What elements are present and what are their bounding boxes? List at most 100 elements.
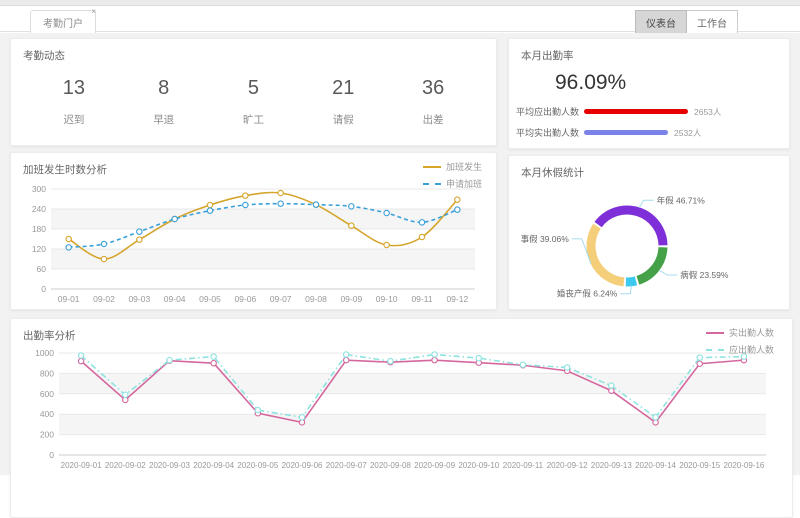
svg-text:1000: 1000 xyxy=(35,348,54,358)
legend-item[interactable]: 实出勤人数 xyxy=(706,326,774,339)
svg-text:2020-09-06: 2020-09-06 xyxy=(282,461,323,470)
svg-text:09-06: 09-06 xyxy=(234,294,256,304)
svg-text:09-08: 09-08 xyxy=(305,294,327,304)
attendance-rate-bars: 平均应出勤人数 2653人平均实出勤人数 2532人平均缺勤人数 103人 xyxy=(509,105,789,149)
rate-bar-value: 2653人 xyxy=(694,106,721,118)
dashboard-content: 考勤动态 13迟到8早退5旷工21请假36出差 本月出勤率 96.09% 平均应… xyxy=(0,33,800,475)
svg-text:2020-09-15: 2020-09-15 xyxy=(679,461,720,470)
attendance-stat-item[interactable]: 21 请假 xyxy=(298,77,388,127)
svg-text:09-11: 09-11 xyxy=(411,294,432,304)
svg-text:400: 400 xyxy=(40,409,54,419)
stat-label: 出差 xyxy=(388,112,478,127)
svg-text:2020-09-05: 2020-09-05 xyxy=(237,461,278,470)
svg-text:2020-09-14: 2020-09-14 xyxy=(635,461,676,470)
legend-line-icon xyxy=(706,349,724,351)
rate-bar-label: 平均缺勤人数 xyxy=(509,147,579,149)
tab-label: 考勤门户 xyxy=(43,19,83,30)
legend-item[interactable]: 加班发生 xyxy=(423,160,482,173)
card-title: 本月出勤率 xyxy=(509,39,789,63)
rate-bar-row: 平均缺勤人数 103人 xyxy=(509,147,789,149)
rate-bar-label: 平均应出勤人数 xyxy=(509,105,579,118)
stat-label: 早退 xyxy=(119,112,209,127)
svg-text:09-10: 09-10 xyxy=(376,294,398,304)
svg-text:120: 120 xyxy=(32,244,46,254)
svg-text:300: 300 xyxy=(32,184,46,194)
legend-label: 应出勤人数 xyxy=(729,343,774,356)
svg-text:200: 200 xyxy=(40,430,54,440)
legend-line-icon xyxy=(423,166,441,168)
svg-text:2020-09-03: 2020-09-03 xyxy=(149,461,190,470)
svg-text:事假 39.06%: 事假 39.06% xyxy=(521,234,570,244)
view-toggle-group: 仪表台 工作台 xyxy=(635,10,738,35)
svg-text:09-12: 09-12 xyxy=(446,294,468,304)
svg-text:180: 180 xyxy=(32,224,46,234)
attendance-chart-legend: 实出勤人数应出勤人数 xyxy=(706,326,774,356)
card-title: 考勤动态 xyxy=(11,39,496,63)
svg-text:09-07: 09-07 xyxy=(270,294,292,304)
attendance-stat-item[interactable]: 8 早退 xyxy=(119,77,209,127)
svg-text:09-02: 09-02 xyxy=(93,294,115,304)
overtime-line-chart[interactable]: 0 60 120 180 240 300 09-01 09-02 09-03 09-04 09-05… xyxy=(17,179,491,310)
svg-text:婚丧产假 6.24%: 婚丧产假 6.24% xyxy=(557,289,618,299)
svg-text:800: 800 xyxy=(40,368,54,378)
rate-bar-row: 平均实出勤人数 2532人 xyxy=(509,126,789,139)
rate-bar-label: 平均实出勤人数 xyxy=(509,126,579,139)
attendance-stat-item[interactable]: 36出差 xyxy=(388,77,478,127)
card-title: 出勤率分析 xyxy=(11,319,792,343)
svg-text:09-05: 09-05 xyxy=(199,294,221,304)
svg-text:2020-09-16: 2020-09-16 xyxy=(723,461,764,470)
overtime-chart-legend: 加班发生申请加班 xyxy=(423,160,482,190)
svg-text:病假 23.59%: 病假 23.59% xyxy=(680,270,729,280)
legend-item[interactable]: 应出勤人数 xyxy=(706,343,774,356)
legend-label: 申请加班 xyxy=(446,177,482,190)
stat-value: 13 xyxy=(29,77,119,100)
svg-text:2020-09-12: 2020-09-12 xyxy=(547,461,588,470)
svg-text:2020-09-13: 2020-09-13 xyxy=(591,461,632,470)
rate-bar-row: 平均应出勤人数 2653人 xyxy=(509,105,789,118)
svg-text:09-01: 09-01 xyxy=(58,294,80,304)
svg-text:09-09: 09-09 xyxy=(340,294,362,304)
stat-label: 旷工 xyxy=(209,112,299,127)
monthly-leave-stats-card: 本月休假统计 年假 46.71% 病假 23.59% 婚丧产假 6.24% 事假 39… xyxy=(508,155,790,310)
stat-label: 迟到 xyxy=(29,112,119,127)
svg-text:年假 46.71%: 年假 46.71% xyxy=(657,195,706,205)
attendance-rate-analysis-card: 出勤率分析 实出勤人数应出勤人数 020040060080010002020-0… xyxy=(10,318,793,518)
monthly-attendance-rate-card: 本月出勤率 96.09% 平均应出勤人数2653人平均实出勤人数2532人平均缺… xyxy=(508,38,790,149)
tab-close-icon[interactable]: × xyxy=(91,7,96,16)
svg-text:2020-09-08: 2020-09-08 xyxy=(370,461,411,470)
legend-label: 实出勤人数 xyxy=(729,326,774,339)
rate-bar[interactable] xyxy=(584,130,668,135)
attendance-stat-item[interactable]: 13 迟到 xyxy=(29,77,119,127)
attendance-line-chart[interactable]: 020040060080010002020-09-012020-09-02202… xyxy=(17,345,788,479)
stat-value: 5 xyxy=(209,77,299,100)
tab-bar: 考勤门户 × 仪表台 工作台 xyxy=(0,6,800,32)
stat-label: 请假 xyxy=(298,112,388,127)
dashboard-view-button[interactable]: 仪表台 xyxy=(635,10,687,35)
svg-text:2020-09-11: 2020-09-11 xyxy=(503,461,544,470)
svg-text:0: 0 xyxy=(41,284,46,294)
svg-text:240: 240 xyxy=(32,204,46,214)
stat-value: 8 xyxy=(119,77,209,100)
legend-label: 加班发生 xyxy=(446,160,482,173)
rate-bar-value: 103人 xyxy=(602,148,625,150)
svg-text:2020-09-01: 2020-09-01 xyxy=(61,461,102,470)
rate-bar[interactable] xyxy=(584,109,688,114)
attendance-stats-row: 13 迟到8 早退5 旷工 21 请假36出差 xyxy=(11,63,496,127)
attendance-stat-item[interactable]: 5 旷工 xyxy=(209,77,299,127)
tab-attendance-portal[interactable]: 考勤门户 × xyxy=(30,10,96,33)
legend-line-icon xyxy=(423,183,441,185)
stat-value: 21 xyxy=(298,77,388,100)
svg-text:09-04: 09-04 xyxy=(164,294,186,304)
card-title: 本月休假统计 xyxy=(509,156,789,180)
svg-text:600: 600 xyxy=(40,389,54,399)
leave-donut-chart[interactable]: 年假 46.71% 病假 23.59% 婚丧产假 6.24% 事假 39.06% xyxy=(515,182,790,310)
svg-text:60: 60 xyxy=(37,264,47,274)
svg-text:09-03: 09-03 xyxy=(128,294,150,304)
svg-text:2020-09-10: 2020-09-10 xyxy=(458,461,499,470)
overtime-analysis-card: 加班发生时数分析 加班发生申请加班 06012018024030009-0109… xyxy=(10,152,497,310)
workbench-view-button[interactable]: 工作台 xyxy=(687,10,738,35)
legend-item[interactable]: 申请加班 xyxy=(423,177,482,190)
svg-text:2020-09-07: 2020-09-07 xyxy=(326,461,367,470)
svg-text:2020-09-02: 2020-09-02 xyxy=(105,461,146,470)
rate-bar-value: 2532人 xyxy=(674,127,701,139)
